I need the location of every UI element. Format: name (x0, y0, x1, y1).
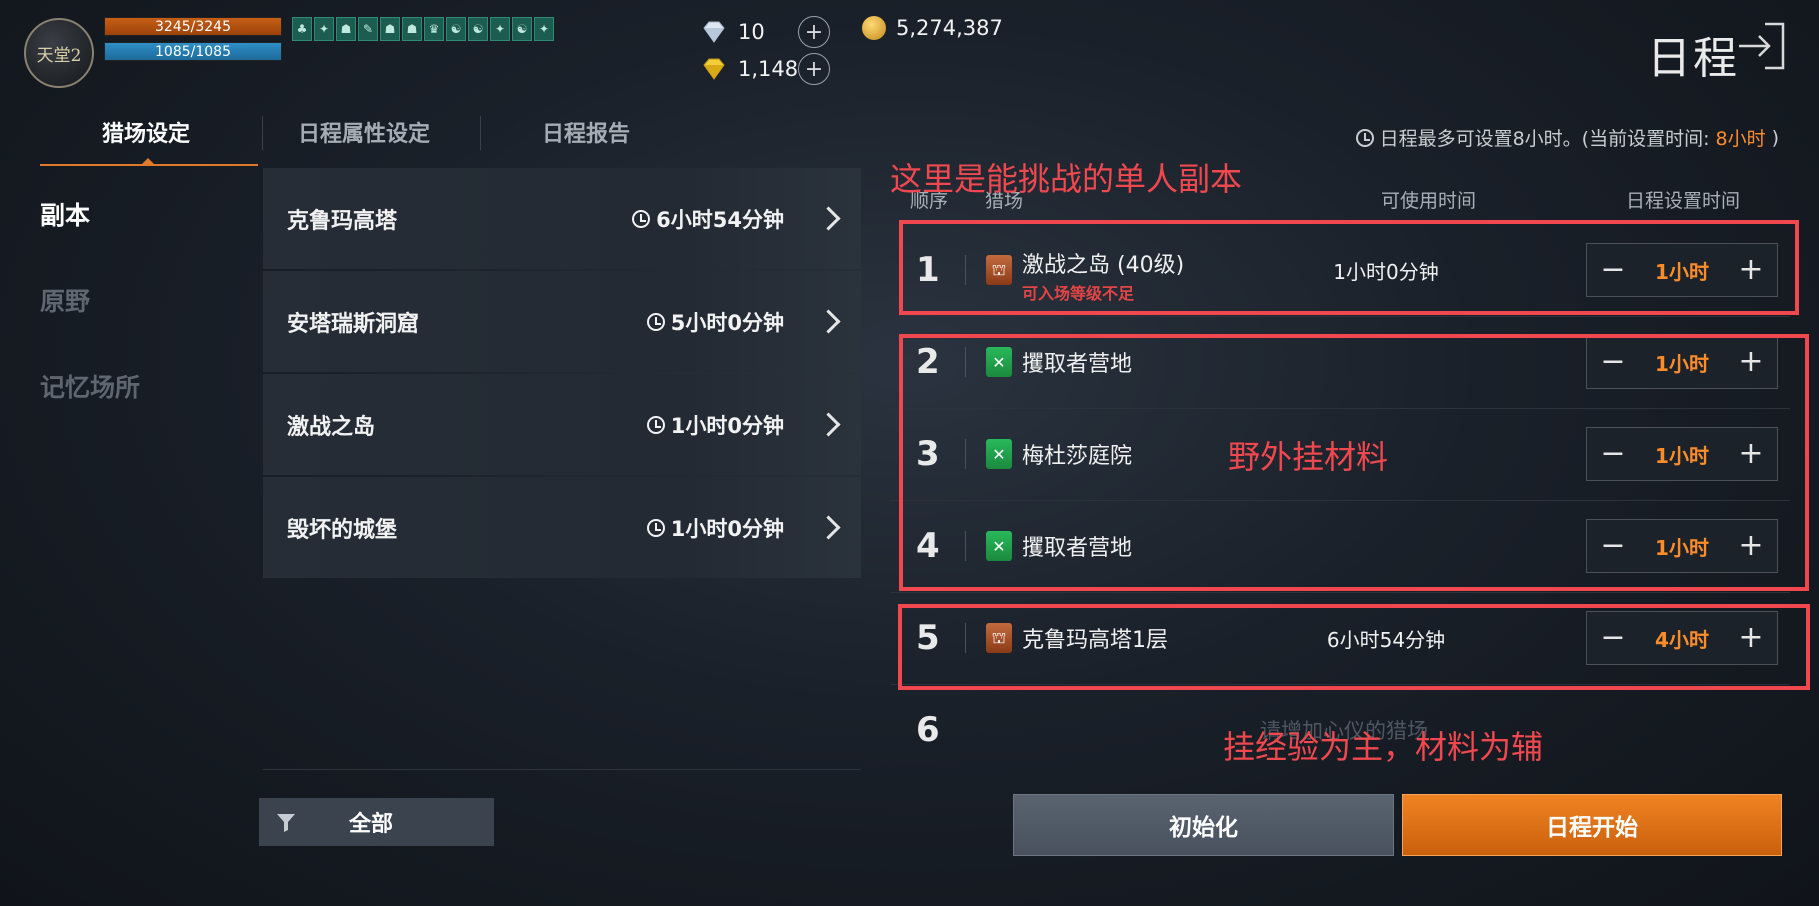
dungeon-list: 克鲁玛高塔 6小时54分钟 安塔瑞斯洞窟 5小时0分钟 激战之岛 1小时0分钟 … (263, 168, 861, 580)
clock-icon (646, 518, 665, 537)
buff-icon: ♛ (424, 17, 444, 41)
chevron-right-icon (816, 206, 841, 231)
dungeon-time-value: 1小时0分钟 (670, 516, 784, 541)
filter-label: 全部 (349, 812, 394, 837)
buff-icon: ☯ (468, 17, 488, 41)
filter-button[interactable]: 全部 (259, 798, 494, 846)
category-dungeon[interactable]: 副本 (40, 196, 90, 232)
annotation-box-dungeon (899, 220, 1799, 315)
tab-hunting-setting[interactable]: 猎场设定 (102, 116, 190, 148)
mp-bar: 1085/1085 (104, 42, 282, 61)
buff-icon: ☗ (402, 17, 422, 41)
limit-text: 日程最多可设置8小时。(当前设置时间: (1379, 128, 1710, 150)
diamond-icon (700, 20, 728, 44)
list-item[interactable]: 激战之岛 1小时0分钟 (263, 374, 861, 475)
add-gem-button[interactable]: + (798, 53, 830, 85)
annotation-field-material: 野外挂材料 (1228, 438, 1389, 476)
diamond-currency: 10 + (700, 16, 830, 48)
start-schedule-button[interactable]: 日程开始 (1402, 794, 1782, 856)
tab-schedule-report[interactable]: 日程报告 (542, 116, 630, 148)
limit-suffix: ) (1771, 126, 1779, 149)
buff-bar: ♣ ✦ ☗ ✎ ☗ ☗ ♛ ☯ ☯ ✦ ☯ ✦ (292, 17, 554, 41)
row-number: 6 (916, 710, 940, 750)
buff-icon: ♣ (292, 17, 312, 41)
dungeon-time: 5小时0分钟 (646, 307, 784, 337)
category-field[interactable]: 原野 (40, 282, 90, 318)
buff-icon: ✦ (490, 17, 510, 41)
gold-currency: 5,274,387 (862, 16, 1003, 40)
active-tab-caret (141, 158, 155, 165)
buff-icon: ☗ (380, 17, 400, 41)
reset-button[interactable]: 初始化 (1013, 794, 1394, 856)
buff-icon: ✦ (534, 17, 554, 41)
list-item[interactable]: 克鲁玛高塔 6小时54分钟 (263, 168, 861, 269)
chevron-right-icon (816, 515, 841, 540)
dungeon-time: 1小时0分钟 (646, 513, 784, 543)
diamond-count: 10 (738, 20, 765, 44)
header-available: 可使用时间 (1381, 190, 1477, 212)
dungeon-name: 激战之岛 (287, 414, 376, 440)
hp-bar: 3245/3245 (104, 17, 282, 36)
tab-divider (480, 116, 481, 150)
list-item[interactable]: 毁坏的城堡 1小时0分钟 (263, 477, 861, 578)
divider (263, 769, 861, 770)
gold-coin-icon (862, 16, 886, 40)
gold-count: 5,274,387 (896, 16, 1003, 40)
gem-count: 1,148 (738, 57, 799, 81)
dungeon-name: 安塔瑞斯洞窟 (287, 311, 420, 337)
filter-icon (275, 811, 297, 833)
buff-icon: ☗ (336, 17, 356, 41)
list-item[interactable]: 安塔瑞斯洞窟 5小时0分钟 (263, 271, 861, 372)
page-title: 日程 (1647, 33, 1739, 84)
annotation-solo-dungeon: 这里是能挑战的单人副本 (890, 160, 1243, 198)
clock-icon (646, 415, 665, 434)
buff-icon: ☯ (446, 17, 466, 41)
clock-icon (632, 209, 651, 228)
yellow-gem-icon (700, 57, 728, 81)
avatar[interactable]: 天堂2 (24, 18, 94, 88)
buff-icon: ☯ (512, 17, 532, 41)
dungeon-time-value: 6小时54分钟 (656, 207, 784, 232)
buff-icon: ✦ (314, 17, 334, 41)
dungeon-time: 1小时0分钟 (646, 410, 784, 440)
chevron-right-icon (816, 412, 841, 437)
tab-schedule-attributes[interactable]: 日程属性设定 (298, 116, 430, 148)
annotation-box-tower (898, 604, 1810, 690)
dungeon-name: 克鲁玛高塔 (287, 208, 398, 234)
dungeon-time: 6小时54分钟 (632, 204, 784, 234)
tab-divider (262, 116, 263, 150)
chevron-right-icon (816, 309, 841, 334)
clock-icon (646, 312, 665, 331)
dungeon-time-value: 5小时0分钟 (670, 310, 784, 335)
exit-icon[interactable] (1735, 20, 1787, 72)
current-time: 8小时 (1715, 128, 1766, 150)
category-memory-place[interactable]: 记忆场所 (40, 368, 140, 404)
add-diamond-button[interactable]: + (798, 16, 830, 48)
header-set-time: 日程设置时间 (1626, 190, 1741, 212)
annotation-exp-main: 挂经验为主，材料为辅 (1223, 728, 1544, 766)
buff-icon: ✎ (358, 17, 378, 41)
gem-currency: 1,148 + (700, 53, 830, 85)
dungeon-name: 毁坏的城堡 (287, 517, 398, 543)
schedule-limit-notice: 日程最多可设置8小时。(当前设置时间: 8小时) (1355, 124, 1779, 151)
clock-icon (1355, 128, 1374, 147)
dungeon-time-value: 1小时0分钟 (670, 413, 784, 438)
